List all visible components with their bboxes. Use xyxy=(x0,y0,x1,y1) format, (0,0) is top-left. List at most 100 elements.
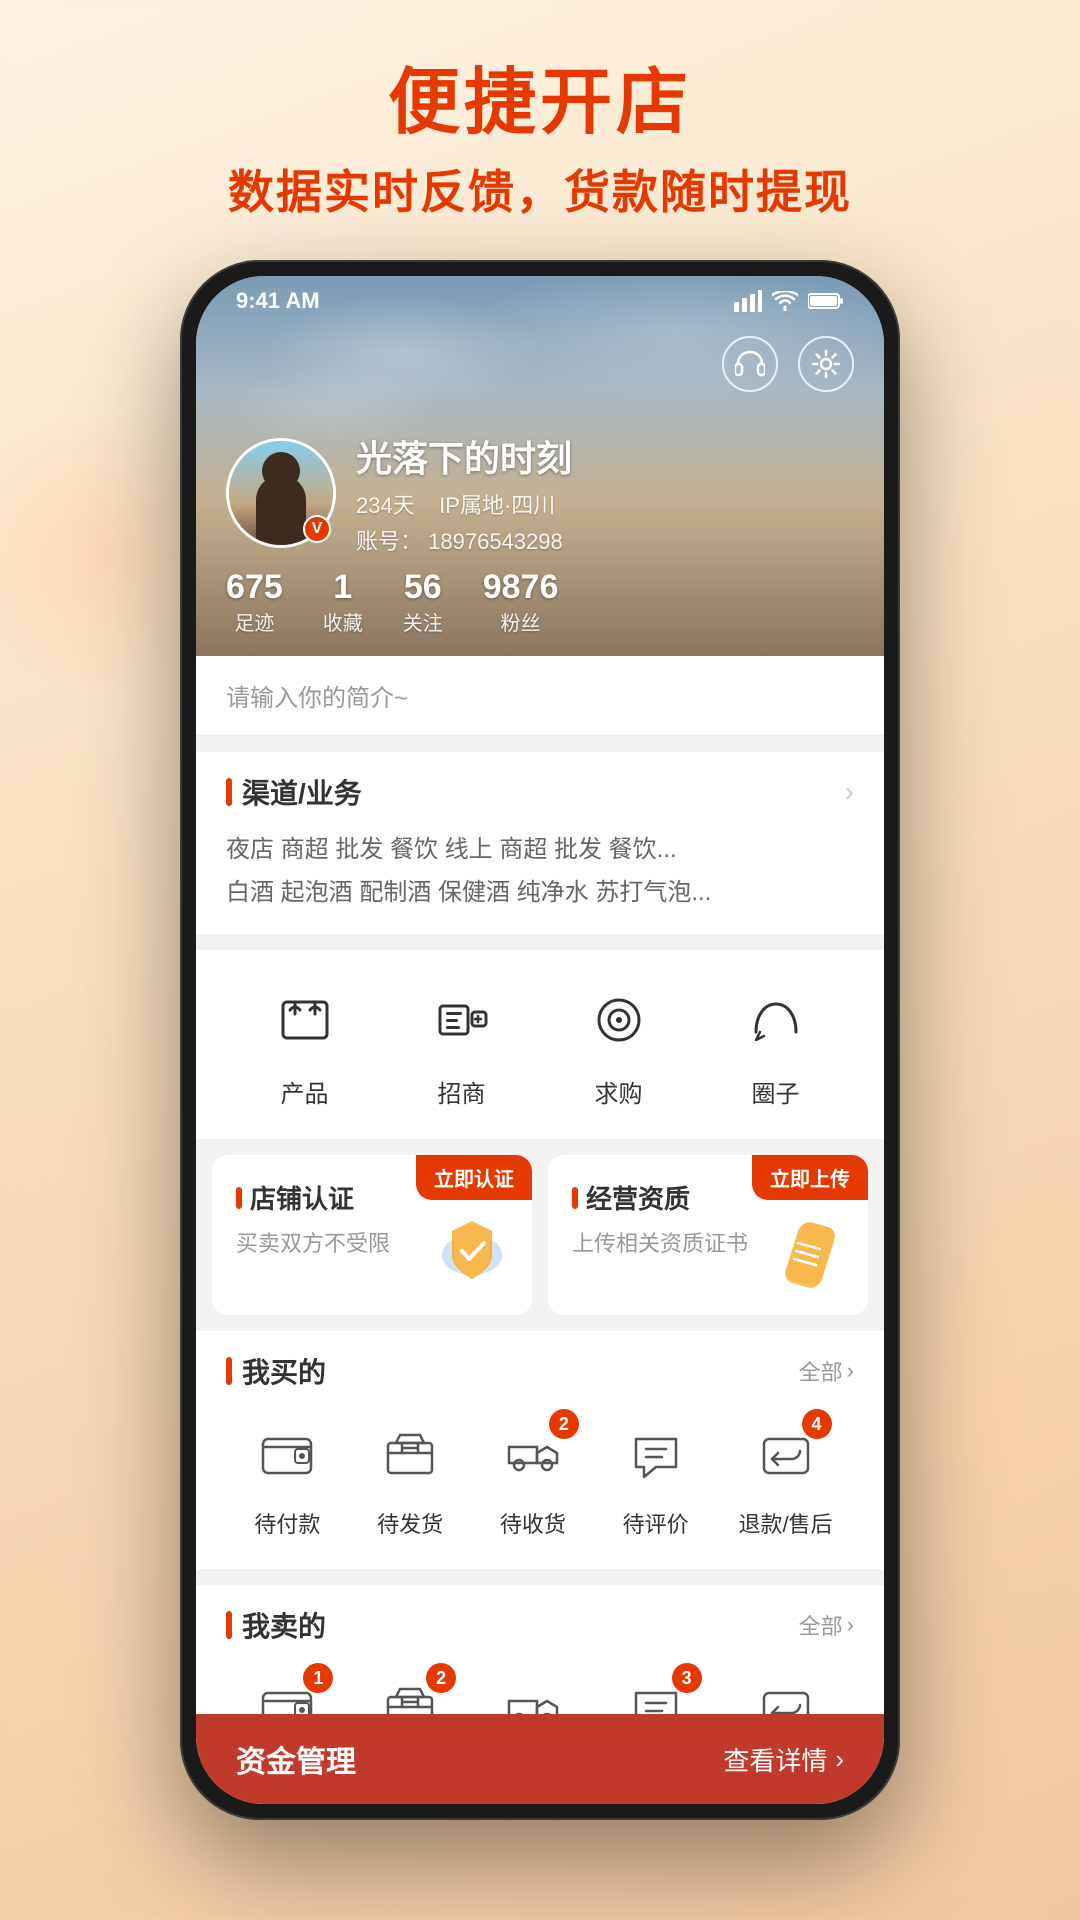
chat-icon xyxy=(626,1425,686,1485)
red-bar-shop-cert xyxy=(236,1187,242,1209)
view-all-purchases-text: 全部 xyxy=(799,1355,843,1387)
order-item-wait-ship[interactable]: 待发货 xyxy=(370,1415,450,1539)
channel-line2: 白酒 起泡酒 配制酒 保健酒 纯净水 苏打气泡... xyxy=(226,871,854,914)
order-wait-pay-label: 待付款 xyxy=(254,1507,320,1539)
quick-label-community: 圈子 xyxy=(752,1074,800,1109)
quick-item-product[interactable]: 产品 xyxy=(265,980,345,1109)
stats-row: 675 足迹 1 收藏 56 关注 9876 粉丝 xyxy=(226,568,558,636)
stat-footprint-num: 675 xyxy=(226,568,283,607)
cert-cards-row: 立即认证 店铺认证 买卖双方不受限 xyxy=(196,1155,884,1315)
order-return-icon-wrap: 4 xyxy=(746,1415,826,1495)
headphone-icon-btn[interactable] xyxy=(722,336,778,392)
order-wait-receive-icon-wrap: 2 xyxy=(493,1415,573,1495)
channels-arrow[interactable]: › xyxy=(845,776,854,808)
order-wait-review-label: 待评价 xyxy=(623,1507,689,1539)
page-main-title: 便捷开店 xyxy=(0,60,1080,146)
view-all-sales[interactable]: 全部 › xyxy=(799,1609,854,1641)
my-sales-title-text: 我卖的 xyxy=(242,1605,326,1645)
content-area: 请输入你的简介~ 渠道/业务 › 夜店 商超 批发 餐饮 线上 商超 批发 餐饮… xyxy=(196,656,884,1804)
headphone-icon xyxy=(735,350,765,378)
sales-wait-review-badge: 3 xyxy=(672,1663,702,1693)
red-bar-purchases xyxy=(226,1357,232,1385)
stat-following[interactable]: 56 关注 xyxy=(403,568,443,636)
view-all-purchases[interactable]: 全部 › xyxy=(799,1355,854,1387)
shop-cert-icon xyxy=(432,1211,512,1305)
phone-screen: 9:41 AM xyxy=(196,276,884,1804)
channel-line1: 夜店 商超 批发 餐饮 线上 商超 批发 餐饮... xyxy=(226,828,854,871)
account-number: 18976543298 xyxy=(428,529,563,554)
stat-favorites-label: 收藏 xyxy=(323,607,363,636)
phone-frame: 9:41 AM xyxy=(180,260,900,1820)
order-wait-ship-label: 待发货 xyxy=(377,1507,443,1539)
settings-icon-btn[interactable] xyxy=(798,336,854,392)
biz-cert-card[interactable]: 立即上传 经营资质 上传相关资质证书 xyxy=(548,1155,868,1315)
quick-label-product: 产品 xyxy=(281,1074,329,1109)
my-sales-title: 我卖的 xyxy=(226,1605,326,1645)
my-purchases-title-text: 我买的 xyxy=(242,1351,326,1391)
wifi-icon xyxy=(772,291,798,311)
stat-footprint[interactable]: 675 足迹 xyxy=(226,568,283,636)
channels-title: 渠道/业务 xyxy=(226,772,362,812)
my-purchases-section: 我买的 全部 › xyxy=(196,1331,884,1569)
order-wait-ship-icon-wrap xyxy=(370,1415,450,1495)
stat-fans-num: 9876 xyxy=(483,568,559,607)
view-all-sales-text: 全部 xyxy=(799,1609,843,1641)
stat-following-num: 56 xyxy=(403,568,443,607)
biz-cert-badge[interactable]: 立即上传 xyxy=(752,1155,868,1200)
channels-header: 渠道/业务 › xyxy=(226,772,854,812)
stat-favorites[interactable]: 1 收藏 xyxy=(323,568,363,636)
biz-cert-icon xyxy=(768,1211,848,1305)
battery-icon xyxy=(808,292,844,310)
quick-item-community[interactable]: 圈子 xyxy=(736,980,816,1109)
investment-icon xyxy=(422,980,502,1060)
channel-tags: 夜店 商超 批发 餐饮 线上 商超 批发 餐饮... 白酒 起泡酒 配制酒 保健… xyxy=(226,828,854,914)
purchase-icon xyxy=(579,980,659,1060)
bottom-bar-link-text: 查看详情 xyxy=(723,1741,827,1778)
stat-fans[interactable]: 9876 粉丝 xyxy=(483,568,559,636)
username: 光落下的时刻 xyxy=(356,430,572,482)
quick-item-purchase[interactable]: 求购 xyxy=(579,980,659,1109)
stat-following-label: 关注 xyxy=(403,607,443,636)
red-bar-sales xyxy=(226,1611,232,1639)
view-all-sales-arrow: › xyxy=(847,1612,854,1638)
red-bar-biz-cert xyxy=(572,1187,578,1209)
order-item-wait-receive[interactable]: 2 待收货 xyxy=(493,1415,573,1539)
view-all-purchases-arrow: › xyxy=(847,1358,854,1384)
v-badge: V xyxy=(303,515,331,543)
my-purchases-title: 我买的 xyxy=(226,1351,326,1391)
phone-frame-wrapper: 9:41 AM xyxy=(180,260,900,1820)
order-item-wait-pay[interactable]: 待付款 xyxy=(247,1415,327,1539)
bottom-bar: 资金管理 查看详情 › xyxy=(196,1714,884,1804)
stat-footprint-label: 足迹 xyxy=(226,607,283,636)
shop-cert-card[interactable]: 立即认证 店铺认证 买卖双方不受限 xyxy=(212,1155,532,1315)
sales-wait-pay-badge: 1 xyxy=(303,1663,333,1693)
stat-fans-label: 粉丝 xyxy=(483,607,559,636)
biz-cert-title-text: 经营资质 xyxy=(586,1179,690,1216)
bio-input[interactable]: 请输入你的简介~ xyxy=(196,656,884,736)
status-bar: 9:41 AM xyxy=(196,276,884,326)
signal-icon xyxy=(734,290,762,312)
quick-icons-row: 产品 xyxy=(196,950,884,1139)
shop-cert-badge[interactable]: 立即认证 xyxy=(416,1155,532,1200)
status-time: 9:41 AM xyxy=(236,288,320,314)
my-sales-header: 我卖的 全部 › xyxy=(226,1605,854,1645)
order-item-wait-review[interactable]: 待评价 xyxy=(616,1415,696,1539)
quick-item-investment[interactable]: 招商 xyxy=(422,980,502,1109)
my-purchases-header: 我买的 全部 › xyxy=(226,1351,854,1391)
order-item-return[interactable]: 4 退款/售后 xyxy=(738,1415,832,1539)
avatar-wrapper[interactable]: V xyxy=(226,438,336,548)
purchase-orders-row: 待付款 xyxy=(226,1415,854,1539)
product-icon xyxy=(265,980,345,1060)
shop-cert-title-text: 店铺认证 xyxy=(250,1179,354,1216)
settings-icon xyxy=(811,349,841,379)
channels-title-text: 渠道/业务 xyxy=(242,772,362,812)
user-text-block: 光落下的时刻 234天 IP属地·四川 账号： 18976543298 xyxy=(356,430,572,556)
user-ip: IP属地·四川 xyxy=(439,493,555,518)
bottom-bar-link[interactable]: 查看详情 › xyxy=(723,1741,844,1778)
bottom-bar-title: 资金管理 xyxy=(236,1737,356,1781)
red-bar-channels xyxy=(226,778,232,806)
account-label: 账号： xyxy=(356,529,422,554)
order-return-label: 退款/售后 xyxy=(738,1507,832,1539)
quick-label-purchase: 求购 xyxy=(595,1074,643,1109)
sales-wait-ship-badge: 2 xyxy=(426,1663,456,1693)
